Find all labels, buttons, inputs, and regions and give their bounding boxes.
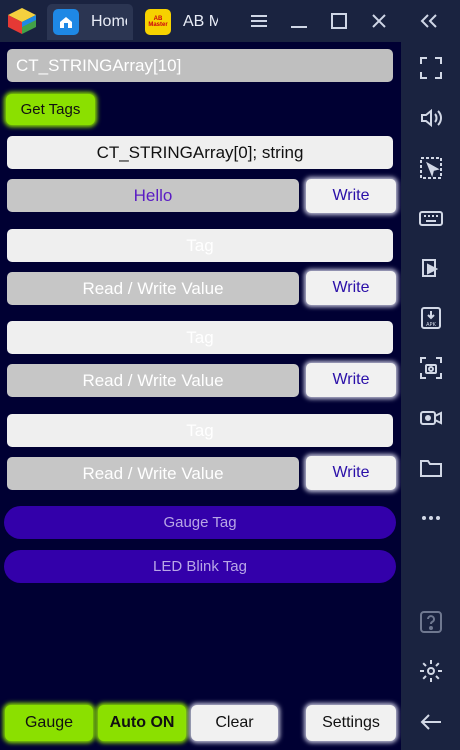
clear-button[interactable]: Clear xyxy=(191,705,278,741)
value-field-1-text: Hello xyxy=(133,185,173,205)
value-field-2-placeholder: Read / Write Value xyxy=(82,278,224,298)
tag-field-2-placeholder: Tag xyxy=(186,235,214,255)
gauge-tag-field[interactable]: Gauge Tag xyxy=(4,506,396,539)
install-apk-icon[interactable]: APK xyxy=(417,304,445,332)
tag-field-1[interactable]: CT_STRINGArray[0]; string xyxy=(7,136,393,169)
value-field-1[interactable]: Hello xyxy=(7,179,299,212)
array-tag-text: CT_STRINGArray[10] xyxy=(16,55,182,75)
write-button-4[interactable]: Write xyxy=(306,456,396,490)
write-button-2[interactable]: Write xyxy=(306,271,396,305)
value-field-4-placeholder: Read / Write Value xyxy=(82,463,224,483)
screen-record-icon[interactable] xyxy=(417,404,445,432)
volume-icon[interactable] xyxy=(417,104,445,132)
tag-field-2[interactable]: Tag xyxy=(7,229,393,262)
emulator-sidebar: APK xyxy=(401,42,460,750)
led-blink-tag-label: LED Blink Tag xyxy=(153,558,247,575)
help-icon[interactable] xyxy=(417,608,445,636)
select-cursor-icon[interactable] xyxy=(417,154,445,182)
gauge-button[interactable]: Gauge xyxy=(5,705,93,741)
folder-icon[interactable] xyxy=(417,454,445,482)
settings-button-label: Settings xyxy=(322,714,380,731)
value-field-3-placeholder: Read / Write Value xyxy=(82,370,224,390)
ab-master-app: CT_STRINGArray[10] Get Tags CT_STRINGArr… xyxy=(0,42,401,750)
write-button-4-label: Write xyxy=(332,464,370,481)
screenshot-icon[interactable] xyxy=(417,354,445,382)
more-options-icon[interactable] xyxy=(417,504,445,532)
get-tags-label: Get Tags xyxy=(20,101,81,118)
led-blink-tag-field[interactable]: LED Blink Tag xyxy=(4,550,396,583)
maximize-icon[interactable] xyxy=(326,8,352,34)
home-icon xyxy=(53,9,79,35)
value-field-3[interactable]: Read / Write Value xyxy=(7,364,299,397)
svg-text:APK: APK xyxy=(426,322,436,328)
auto-on-button[interactable]: Auto ON xyxy=(98,705,186,741)
settings-button[interactable]: Settings xyxy=(306,705,396,741)
settings-gear-icon[interactable] xyxy=(417,657,445,685)
write-button-3-label: Write xyxy=(332,371,370,388)
minimize-icon[interactable] xyxy=(286,8,312,34)
keyboard-icon[interactable] xyxy=(417,204,445,232)
ab-master-app-icon: AB Master xyxy=(145,9,171,35)
tag-field-4[interactable]: Tag xyxy=(7,414,393,447)
get-tags-button[interactable]: Get Tags xyxy=(6,94,95,125)
media-manager-icon[interactable] xyxy=(417,254,445,282)
fullscreen-icon[interactable] xyxy=(417,54,445,82)
write-button-1[interactable]: Write xyxy=(306,179,396,213)
tab-home-label: Home xyxy=(91,13,127,30)
tag-field-3[interactable]: Tag xyxy=(7,321,393,354)
gauge-tag-label: Gauge Tag xyxy=(163,514,237,531)
value-field-4[interactable]: Read / Write Value xyxy=(7,457,299,490)
gauge-button-label: Gauge xyxy=(24,714,74,731)
write-button-1-label: Write xyxy=(332,187,370,204)
tag-field-3-placeholder: Tag xyxy=(186,327,214,347)
value-field-2[interactable]: Read / Write Value xyxy=(7,272,299,305)
write-button-3[interactable]: Write xyxy=(306,363,396,397)
write-button-2-label: Write xyxy=(332,279,370,296)
tag-field-1-text: CT_STRINGArray[0]; string xyxy=(96,142,304,162)
clear-button-label: Clear xyxy=(215,714,254,731)
tab-ab-master[interactable]: AB Master AB Master xyxy=(139,4,221,40)
auto-on-button-label: Auto ON xyxy=(109,714,175,731)
back-arrow-icon[interactable] xyxy=(417,708,445,736)
collapse-icon[interactable] xyxy=(416,8,442,34)
array-tag-field[interactable]: CT_STRINGArray[10] xyxy=(7,49,393,82)
bluestacks-logo-icon xyxy=(8,8,36,34)
tag-field-4-placeholder: Tag xyxy=(186,420,214,440)
tab-ab-master-label: AB Master xyxy=(183,13,218,30)
close-icon[interactable] xyxy=(366,8,392,34)
tab-home[interactable]: Home xyxy=(47,4,133,40)
hamburger-menu-icon[interactable] xyxy=(246,8,272,34)
emulator-title-bar: Home AB Master AB Master xyxy=(0,0,460,42)
